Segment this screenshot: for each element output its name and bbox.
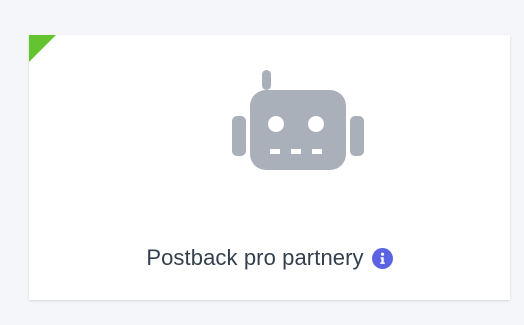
card-title-row: Postback pro partnery: [29, 243, 510, 273]
corner-status-flag: [29, 35, 56, 62]
info-glyph: [379, 252, 385, 264]
info-icon[interactable]: [371, 247, 393, 269]
card-title: Postback pro partnery: [146, 245, 364, 270]
robot-icon: [232, 70, 364, 170]
postback-card[interactable]: Postback pro partnery: [29, 35, 510, 300]
page: Postback pro partnery: [0, 0, 524, 325]
